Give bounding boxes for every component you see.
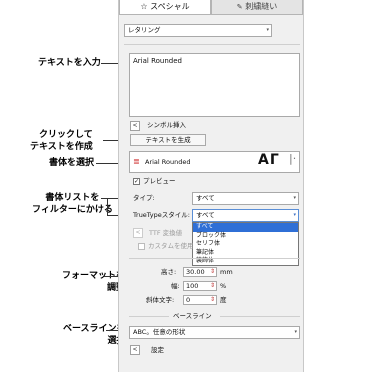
callout-click-create-line2: テキストを作成	[30, 142, 93, 152]
chevron-down-icon: ▾	[293, 195, 296, 201]
truetype-style-value: すべて	[196, 211, 215, 219]
callout-filter-fonts-line2: フィルターにかける	[32, 205, 113, 215]
chevron-down-icon: ▾	[266, 27, 269, 33]
chevron-down-icon: ▾	[294, 329, 297, 335]
callout-select-baseline: ベースラインを 選択	[63, 323, 126, 347]
width-input[interactable]: 100 ⇕	[183, 281, 217, 291]
font-type-icon: ≣	[133, 157, 140, 166]
callout-select-font: 書体を選択	[49, 158, 95, 168]
font-name: Arial Rounded	[145, 158, 191, 166]
dropdown-option[interactable]: ブロック体	[193, 232, 298, 241]
leader-filter-fonts-v	[107, 198, 108, 215]
slant-unit: 度	[220, 296, 227, 304]
baseline-group-label: ベースライン	[173, 312, 212, 320]
type-select-value: すべて	[196, 194, 215, 202]
callout-adjust-format-line2: 調整	[107, 283, 126, 293]
truetype-style-label: TrueTypeスタイル:	[133, 211, 190, 219]
slant-input[interactable]: 0 ⇕	[183, 295, 217, 305]
baseline-value: ABC。任意の形状	[133, 328, 186, 336]
baseline-select[interactable]: ABC。任意の形状 ▾	[129, 326, 300, 339]
embroidery-icon: ✎	[236, 3, 243, 11]
height-value: 30.00	[186, 268, 205, 276]
truetype-style-dropdown: すべて ブロック体 セリフ体 筆記体 装飾体	[192, 222, 299, 266]
separator	[129, 316, 169, 317]
custom-use-label: カスタムを使用	[148, 242, 194, 250]
height-input[interactable]: 30.00 ⇕	[183, 267, 217, 277]
font-preview: AΓ	[258, 152, 280, 168]
width-unit: %	[220, 282, 227, 290]
chevron-down-icon: ▾	[293, 212, 296, 218]
width-value: 100	[186, 282, 199, 290]
height-label: 高さ:	[161, 268, 177, 276]
symbol-insert-label[interactable]: シンボル挿入	[147, 121, 186, 130]
tab-special[interactable]: ☆ スペシャル	[119, 0, 211, 15]
ttf-convert-label: TTF 変換値	[149, 229, 183, 237]
type-label: タイプ:	[133, 194, 155, 202]
settings-arrow[interactable]: <	[130, 345, 140, 355]
tab-embroidery-label: 刺繍縫い	[245, 2, 278, 11]
generate-text-button[interactable]: テキストを生成	[130, 134, 206, 146]
spinner-icon[interactable]: ⇕	[210, 268, 215, 276]
callout-click-create-line1: クリックして	[39, 130, 93, 140]
height-unit: mm	[220, 268, 233, 276]
separator	[124, 44, 300, 45]
separator	[220, 316, 300, 317]
font-preview-cursor: |·	[289, 152, 297, 165]
dropdown-option[interactable]: すべて	[193, 223, 298, 232]
callout-enter-text: テキストを入力	[38, 58, 101, 68]
callout-adjust-format: フォーマットを 調整	[62, 270, 125, 294]
type-select[interactable]: すべて ▾	[192, 192, 299, 205]
dropdown-option[interactable]: 筆記体	[193, 249, 298, 258]
spinner-icon[interactable]: ⇕	[210, 282, 215, 290]
custom-use-checkbox[interactable]	[138, 243, 145, 250]
slant-value: 0	[186, 296, 191, 304]
slant-label: 斜体文字:	[146, 296, 175, 304]
callout-select-baseline-line2: 選択	[107, 336, 126, 346]
callout-click-create: クリックして テキストを作成	[30, 129, 93, 153]
spinner-icon[interactable]: ⇕	[210, 296, 215, 304]
width-label: 幅:	[171, 282, 180, 290]
separator	[129, 258, 300, 259]
truetype-style-select[interactable]: すべて ▾	[192, 209, 299, 222]
lettering-combo[interactable]: レタリング ▾	[124, 24, 272, 37]
callout-select-baseline-line1: ベースラインを	[63, 324, 126, 334]
lettering-combo-value: レタリング	[128, 26, 161, 34]
tab-embroidery[interactable]: ✎ 刺繍縫い	[211, 0, 303, 15]
text-input-value: Arial Rounded	[133, 57, 182, 65]
text-input-area[interactable]: Arial Rounded	[129, 53, 300, 117]
preview-label: プレビュー	[143, 177, 176, 185]
callout-filter-fonts: 書体リストを フィルターにかける	[32, 192, 113, 216]
dropdown-option[interactable]: セリフ体	[193, 240, 298, 249]
settings-label[interactable]: 設定	[151, 346, 164, 355]
symbol-insert-arrow[interactable]: <	[130, 121, 140, 131]
ttf-convert-arrow[interactable]: <	[133, 228, 143, 238]
preview-checkbox[interactable]: ✓	[133, 178, 140, 185]
